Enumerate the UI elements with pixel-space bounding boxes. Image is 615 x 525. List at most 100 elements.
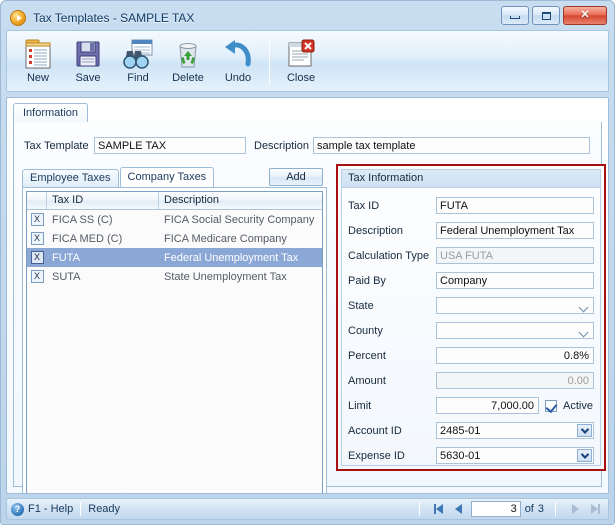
close-button[interactable]: ✕ — [563, 6, 607, 25]
tab-employee-taxes[interactable]: Employee Taxes — [22, 169, 119, 187]
table-row[interactable]: X FICA SS (C) FICA Social Security Compa… — [27, 210, 322, 229]
toolbar-button-find[interactable]: Find — [113, 34, 163, 90]
field-row-percent: Percent 0.8% — [348, 346, 594, 365]
minimize-icon — [510, 16, 520, 19]
help-text[interactable]: F1 - Help — [28, 503, 73, 515]
table-row[interactable]: X SUTA State Unemployment Tax — [27, 267, 322, 286]
grid-cell-tax-id: SUTA — [52, 270, 81, 283]
expense-id-value: 5630-01 — [440, 450, 481, 462]
toolbar-button-save[interactable]: Save — [63, 34, 113, 90]
close-icon: ✕ — [580, 9, 590, 21]
tax-id-input[interactable]: FUTA — [436, 197, 594, 214]
active-checkbox[interactable] — [545, 399, 557, 412]
table-row-selected[interactable]: X FUTA Federal Unemployment Tax — [27, 248, 322, 267]
delete-row-icon[interactable]: X — [30, 213, 44, 226]
description-input[interactable]: sample tax template — [313, 137, 590, 154]
toolbar-separator — [269, 37, 270, 85]
description-detail-label: Description — [348, 224, 404, 237]
tax-information-caption: Tax Information — [342, 170, 600, 188]
main-toolbar: New Save Find Delete Undo Close — [6, 30, 609, 92]
county-dropdown[interactable] — [436, 322, 594, 339]
grid-cell-tax-id: FICA MED (C) — [52, 232, 123, 245]
expense-id-dropdown[interactable]: 5630-01 — [436, 447, 594, 464]
toolbar-button-new[interactable]: New — [13, 34, 63, 90]
tab-company-taxes[interactable]: Company Taxes — [119, 167, 215, 187]
recycle-bin-icon — [173, 37, 203, 71]
field-row-account-id: Account ID 2485-01 — [348, 421, 594, 440]
tax-information-inner: Tax Information Tax ID FUTA Description … — [341, 169, 601, 466]
taxes-grid-container: Tax ID Description X FICA SS (C) FICA So… — [22, 187, 327, 493]
grid-cell-tax-id: FICA SS (C) — [52, 213, 113, 226]
close-document-icon — [286, 37, 316, 71]
status-bar: ? F1 - Help Ready 3 of 3 — [6, 498, 609, 520]
taxes-grid: Tax ID Description X FICA SS (C) FICA So… — [26, 191, 323, 493]
chevron-down-icon[interactable] — [577, 424, 592, 437]
table-row[interactable]: X FICA MED (C) FICA Medicare Company — [27, 229, 322, 248]
previous-record-icon[interactable] — [451, 501, 467, 517]
field-row-expense-id: Expense ID 5630-01 — [348, 446, 594, 465]
floppy-disk-icon — [73, 37, 103, 71]
tax-templates-window: Tax Templates - SAMPLE TAX ✕ New Save Fi… — [0, 0, 615, 525]
undo-arrow-icon — [222, 37, 254, 71]
county-label: County — [348, 324, 383, 337]
account-id-dropdown[interactable]: 2485-01 — [436, 422, 594, 439]
taxes-panel: Employee Taxes Company Taxes Add Tax ID … — [22, 167, 327, 493]
tab-information[interactable]: Information — [13, 103, 89, 123]
record-navigator: 3 of 3 — [412, 499, 603, 519]
chevron-down-icon[interactable] — [577, 449, 592, 462]
grid-header-description[interactable]: Description — [159, 192, 322, 209]
toolbar-button-close[interactable]: Close — [276, 34, 326, 90]
state-dropdown[interactable] — [436, 297, 594, 314]
field-row-tax-id: Tax ID FUTA — [348, 196, 594, 215]
next-record-icon — [567, 501, 583, 517]
taxes-tabstrip: Employee Taxes Company Taxes — [22, 167, 215, 187]
tab-company-taxes-label: Company Taxes — [127, 171, 207, 183]
client-area: Information Tax Template SAMPLE TAX Desc… — [6, 97, 609, 494]
question-mark-icon[interactable]: ? — [11, 502, 24, 516]
delete-row-icon[interactable]: X — [30, 270, 44, 283]
percent-input[interactable]: 0.8% — [436, 347, 594, 364]
page-tabstrip: Information — [13, 103, 89, 123]
field-row-limit: Limit 7,000.00 Active — [348, 396, 594, 415]
minimize-button[interactable] — [501, 6, 529, 25]
tax-template-input[interactable]: SAMPLE TAX — [94, 137, 246, 154]
active-checkbox-label: Active — [563, 399, 593, 412]
description-label: Description — [254, 140, 310, 152]
paid-by-input[interactable]: Company — [436, 272, 594, 289]
toolbar-button-undo[interactable]: Undo — [213, 34, 263, 90]
tab-employee-taxes-label: Employee Taxes — [30, 172, 111, 184]
expense-id-label: Expense ID — [348, 449, 405, 462]
tax-information-panel: Tax Information Tax ID FUTA Description … — [336, 164, 606, 471]
grid-cell-action: X — [27, 213, 47, 226]
toolbar-label-delete: Delete — [172, 72, 204, 84]
grid-cell-action: X — [27, 232, 47, 245]
record-of-label: of — [524, 503, 534, 515]
add-button[interactable]: Add — [269, 168, 323, 186]
grid-header-row: Tax ID Description — [27, 192, 322, 210]
maximize-button[interactable] — [532, 6, 560, 25]
field-row-calculation-type: Calculation Type USA FUTA — [348, 246, 594, 265]
grid-cell-action: X — [27, 251, 47, 264]
tax-id-label: Tax ID — [348, 199, 380, 212]
record-total: 3 — [537, 503, 544, 515]
add-button-label: Add — [286, 171, 306, 183]
field-row-state: State — [348, 296, 594, 315]
binoculars-icon — [122, 37, 154, 71]
first-record-icon[interactable] — [431, 501, 447, 517]
toolbar-label-find: Find — [127, 72, 149, 84]
field-row-amount: Amount 0.00 — [348, 371, 594, 390]
amount-label: Amount — [348, 374, 386, 387]
status-text: Ready — [88, 503, 121, 515]
toolbar-button-delete[interactable]: Delete — [163, 34, 213, 90]
limit-input[interactable]: 7,000.00 — [436, 397, 539, 414]
paid-by-label: Paid By — [348, 274, 386, 287]
delete-row-icon[interactable]: X — [30, 251, 44, 264]
account-id-label: Account ID — [348, 424, 402, 437]
nav-separator-right — [555, 502, 556, 516]
toolbar-label-undo: Undo — [224, 72, 252, 84]
grid-cell-description: FICA Medicare Company — [164, 232, 287, 245]
delete-row-icon[interactable]: X — [30, 232, 44, 245]
record-number-input[interactable]: 3 — [470, 501, 521, 517]
grid-header-tax-id[interactable]: Tax ID — [47, 192, 159, 209]
description-detail-input[interactable]: Federal Unemployment Tax — [436, 222, 594, 239]
